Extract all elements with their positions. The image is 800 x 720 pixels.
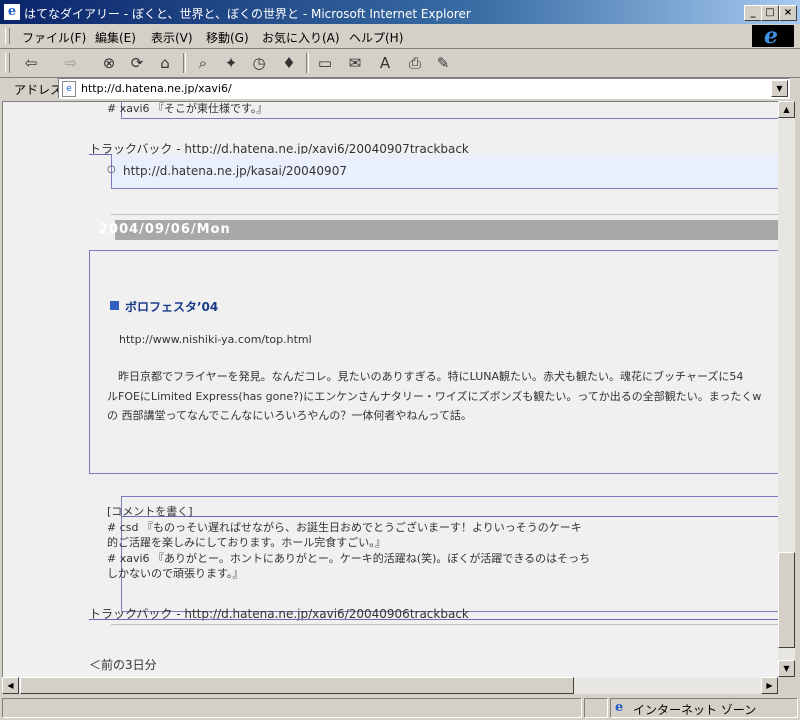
list-bullet-icon: ○ [107,164,116,175]
divider [89,619,779,620]
fullscreen-icon[interactable]: ▭ [314,52,336,74]
horizontal-scrollbar[interactable]: ◀ ▶ [2,677,778,694]
menu-grip[interactable] [5,28,10,44]
menu-bar: ファイル(F) 編集(E) 表示(V) 移動(G) お気に入り(A) ヘルプ(H… [0,24,800,49]
address-bar: アドレス e http://d.hatena.ne.jp/xavi6/ ▼ [0,78,800,100]
window-title: はてなダイアリー - ぼくと、世界と、ぼくの世界と - Microsoft In… [24,7,471,21]
zone-pane: e インターネット ゾーン [610,698,798,718]
forward-icon[interactable]: ⇨ [60,52,82,74]
scroll-up-button[interactable]: ▲ [778,101,795,118]
status-bar: e インターネット ゾーン [0,696,800,720]
menu-edit[interactable]: 編集(E) [95,29,136,46]
divider [121,516,779,517]
maximize-button[interactable]: □ [761,5,779,21]
vertical-scroll-thumb[interactable] [778,552,795,648]
prev-days-link[interactable]: ＜前の3日分 [89,656,157,673]
vertical-scrollbar[interactable]: ▲ ▼ [778,101,795,677]
title-bar[interactable]: e はてなダイアリー - ぼくと、世界と、ぼくの世界と - Microsoft … [0,0,800,24]
toolbar-grip[interactable] [5,53,10,73]
scroll-down-button[interactable]: ▼ [778,660,795,677]
standard-toolbar: ⇦ ⇨ ⊗ ⟳ ⌂ ⌕ ✦ ◷ ♦ ▭ ✉ A ⎙ ✎ [0,49,800,78]
page-content: # xavi6 『そこが東仕様です。』 トラックバック - http://d.h… [2,101,779,678]
back-icon[interactable]: ⇦ [20,52,42,74]
minimize-button[interactable]: _ [744,5,762,21]
date-header: 2004/09/06/Mon [99,222,231,237]
edit-icon[interactable]: ✎ [432,52,454,74]
address-label: アドレス [14,83,63,97]
address-url[interactable]: http://d.hatena.ne.jp/xavi6/ [81,82,232,95]
menu-view[interactable]: 表示(V) [151,29,193,46]
entry-body-line: ルFOEにLimited Express(has gone?)にエンケンさんナタ… [107,390,762,403]
section-url-link[interactable]: http://www.nishiki-ya.com/top.html [119,333,312,346]
channels-icon[interactable]: ♦ [278,52,300,74]
entry-box [89,250,779,474]
comment-line: # csd 『ものっそい遅ればせながら、お誕生日おめでとうございまーす！よりいっ… [107,521,582,534]
search-icon[interactable]: ⌕ [192,52,214,74]
section-title[interactable]: ボロフェスタ’04 [125,298,218,315]
comment-line: しかないので頑張ります。』 [107,567,244,580]
horizontal-scroll-thumb[interactable] [20,677,574,694]
entry-body-line: の 西部講堂ってなんでこんなにいろいろやんの？一体何者やねんって話。 [107,409,472,422]
fonts-icon[interactable]: A [374,52,396,74]
section-square-icon [110,301,119,310]
address-input[interactable]: e http://d.hatena.ne.jp/xavi6/ ▼ [58,78,790,99]
mail-icon[interactable]: ✉ [344,52,366,74]
comment-line: # xavi6 『ありがとー。ホントにありがとー。ケーキ的活躍ね(笑)。ぼくが活… [107,552,591,565]
favorites-icon[interactable]: ✦ [220,52,242,74]
toolbar-separator [183,53,186,73]
write-comment-link[interactable]: [コメントを書く] [107,503,193,519]
ie-app-icon: e [4,4,20,20]
history-icon[interactable]: ◷ [248,52,270,74]
page-icon: e [62,81,76,97]
menu-help[interactable]: ヘルプ(H) [349,29,403,46]
menu-file[interactable]: ファイル(F) [22,29,86,46]
close-button[interactable]: × [779,5,797,21]
menu-go[interactable]: 移動(G) [206,29,249,46]
comment-line: 的ご活躍を楽しみにしております。ホール完食すごい。』 [107,536,386,549]
internet-zone-icon: e [615,700,624,715]
status-pane [584,698,608,718]
menu-favorites[interactable]: お気に入り(A) [262,29,340,46]
scroll-right-button[interactable]: ▶ [761,677,778,694]
zone-label: インターネット ゾーン [633,703,757,717]
scroll-left-button[interactable]: ◀ [2,677,19,694]
entry-body-line: 昨日京都でフライヤーを発見。なんだコレ。見たいのありすぎる。特にLUNA観たい。… [107,370,744,383]
toolbar-separator [306,53,309,73]
stop-icon[interactable]: ⊗ [98,52,120,74]
refresh-icon[interactable]: ⟳ [126,52,148,74]
home-icon[interactable]: ⌂ [154,52,176,74]
divider [111,214,779,215]
print-icon[interactable]: ⎙ [404,52,426,74]
status-text-pane [2,698,582,718]
ie-throbber-logo: e [752,25,794,47]
divider [111,624,779,625]
comment-fragment: # xavi6 『そこが東仕様です。』 [107,102,268,115]
trackback-item-link[interactable]: http://d.hatena.ne.jp/kasai/20040907 [123,164,347,178]
address-dropdown-button[interactable]: ▼ [771,80,788,97]
